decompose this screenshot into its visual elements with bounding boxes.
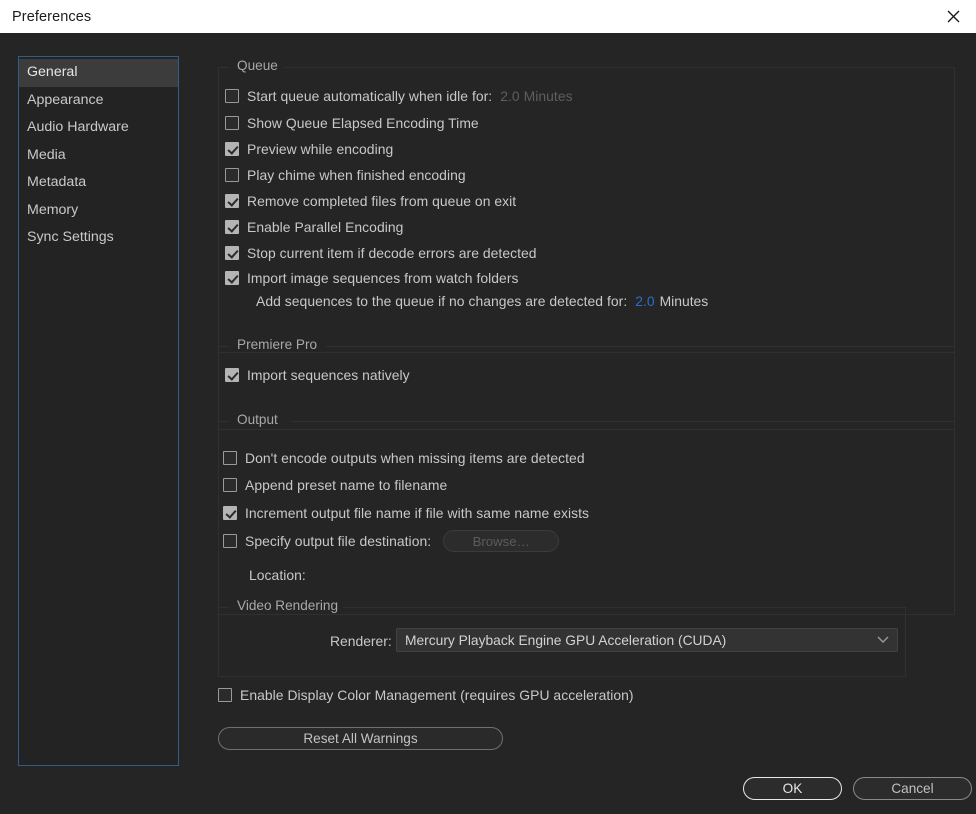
sidebar-item-sync-settings[interactable]: Sync Settings (19, 224, 178, 252)
checkbox-label: Specify output file destination: (245, 533, 431, 549)
renderer-selected-value: Mercury Playback Engine GPU Acceleration… (405, 633, 877, 648)
checkbox-preview-while-encoding[interactable] (225, 142, 239, 156)
checkbox-row-remove-completed-files[interactable]: Remove completed files from queue on exi… (225, 191, 516, 211)
checkbox-specify-output-destination[interactable] (223, 534, 237, 548)
chevron-down-icon (877, 636, 889, 644)
sidebar-item-label: Sync Settings (27, 229, 114, 245)
checkbox-label: Enable Parallel Encoding (247, 219, 403, 235)
sidebar-item-label: Media (27, 147, 66, 163)
checkbox-row-import-sequences-natively[interactable]: Import sequences natively (225, 365, 410, 385)
window-title: Preferences (12, 9, 91, 25)
watch-folder-delay-row: Add sequences to the queue if no changes… (256, 293, 708, 309)
checkbox-label: Increment output file name if file with … (245, 505, 589, 521)
group-premiere-pro-legend: Premiere Pro (232, 337, 322, 352)
checkbox-row-append-preset-name[interactable]: Append preset name to filename (223, 475, 447, 495)
checkbox-import-image-sequences[interactable] (225, 271, 239, 285)
cancel-button[interactable]: Cancel (853, 777, 972, 800)
checkbox-label: Enable Display Color Management (require… (240, 687, 634, 703)
checkbox-label: Import image sequences from watch folder… (247, 270, 519, 286)
close-icon[interactable] (930, 0, 976, 33)
checkbox-remove-completed-files[interactable] (225, 194, 239, 208)
group-video-rendering: Video Rendering Renderer: Mercury Playba… (218, 607, 906, 677)
checkbox-increment-output-file-name[interactable] (223, 506, 237, 520)
checkbox-import-sequences-natively[interactable] (225, 368, 239, 382)
checkbox-label: Append preset name to filename (245, 477, 447, 493)
output-location-row: Location: (249, 567, 312, 583)
group-top-line (285, 67, 954, 68)
sidebar-item-label: Metadata (27, 174, 86, 190)
sidebar-item-appearance[interactable]: Appearance (19, 87, 178, 115)
checkbox-row-stop-on-decode-errors[interactable]: Stop current item if decode errors are d… (225, 243, 537, 263)
checkbox-display-color-management[interactable] (218, 688, 232, 702)
location-label: Location: (249, 567, 306, 583)
group-video-rendering-legend: Video Rendering (232, 598, 343, 613)
sidebar-item-metadata[interactable]: Metadata (19, 169, 178, 197)
sidebar-item-label: Audio Hardware (27, 119, 129, 135)
checkbox-row-preview-while-encoding[interactable]: Preview while encoding (225, 139, 393, 159)
checkbox-show-queue-elapsed-time[interactable] (225, 116, 239, 130)
checkbox-row-enable-parallel-encoding[interactable]: Enable Parallel Encoding (225, 217, 403, 237)
close-glyph (947, 10, 960, 23)
watch-folder-delay-value[interactable]: 2.0 (635, 293, 654, 309)
sidebar-item-label: General (27, 64, 77, 80)
browse-button[interactable]: Browse… (443, 530, 559, 552)
group-output-legend: Output (232, 412, 283, 427)
renderer-select[interactable]: Mercury Playback Engine GPU Acceleration… (396, 628, 898, 652)
group-output: Output Don't encode outputs when missing… (218, 421, 955, 615)
group-premiere-pro: Premiere Pro Import sequences natively (218, 346, 955, 430)
watch-folder-delay-unit: Minutes (660, 293, 709, 309)
checkbox-dont-encode-missing-items[interactable] (223, 451, 237, 465)
idle-duration-value[interactable]: 2.0 Minutes (500, 88, 572, 104)
checkbox-stop-on-decode-errors[interactable] (225, 246, 239, 260)
checkbox-label: Play chime when finished encoding (247, 167, 466, 183)
checkbox-play-chime[interactable] (225, 168, 239, 182)
checkbox-label: Remove completed files from queue on exi… (247, 193, 516, 209)
ok-button[interactable]: OK (743, 777, 842, 800)
checkbox-row-show-queue-elapsed-time[interactable]: Show Queue Elapsed Encoding Time (225, 113, 479, 133)
reset-all-warnings-button[interactable]: Reset All Warnings (218, 727, 503, 750)
checkbox-row-specify-output-destination[interactable]: Specify output file destination: Browse… (223, 531, 559, 551)
settings-panel: Queue Start queue automatically when idl… (210, 33, 976, 814)
checkbox-row-increment-output-file-name[interactable]: Increment output file name if file with … (223, 503, 589, 523)
group-top-line (291, 421, 954, 422)
group-top-line (326, 346, 954, 347)
checkbox-row-display-color-management[interactable]: Enable Display Color Management (require… (218, 685, 634, 705)
checkbox-label: Start queue automatically when idle for: (247, 88, 492, 104)
title-bar: Preferences (0, 0, 976, 33)
checkbox-row-start-queue-automatically[interactable]: Start queue automatically when idle for:… (225, 86, 573, 106)
sidebar-item-label: Memory (27, 202, 78, 218)
checkbox-label: Don't encode outputs when missing items … (245, 450, 585, 466)
group-queue: Queue Start queue automatically when idl… (218, 67, 955, 353)
renderer-label: Renderer: (330, 633, 392, 649)
sidebar-item-media[interactable]: Media (19, 142, 178, 170)
checkbox-row-import-image-sequences[interactable]: Import image sequences from watch folder… (225, 268, 519, 288)
sidebar-item-general[interactable]: General (19, 59, 178, 87)
checkbox-label: Stop current item if decode errors are d… (247, 245, 537, 261)
checkbox-row-dont-encode-missing-items[interactable]: Don't encode outputs when missing items … (223, 448, 585, 468)
group-queue-legend: Queue (232, 58, 283, 73)
checkbox-label: Show Queue Elapsed Encoding Time (247, 115, 479, 131)
sidebar-item-memory[interactable]: Memory (19, 197, 178, 225)
watch-folder-delay-label: Add sequences to the queue if no changes… (256, 293, 627, 309)
sidebar-item-audio-hardware[interactable]: Audio Hardware (19, 114, 178, 142)
checkbox-row-play-chime[interactable]: Play chime when finished encoding (225, 165, 466, 185)
checkbox-enable-parallel-encoding[interactable] (225, 220, 239, 234)
sidebar-item-label: Appearance (27, 92, 104, 108)
checkbox-append-preset-name[interactable] (223, 478, 237, 492)
checkbox-label: Preview while encoding (247, 141, 393, 157)
checkbox-label: Import sequences natively (247, 367, 410, 383)
dialog-body: General Appearance Audio Hardware Media … (0, 33, 976, 814)
group-top-line (340, 607, 905, 608)
preferences-category-list[interactable]: General Appearance Audio Hardware Media … (18, 56, 179, 766)
checkbox-start-queue-automatically[interactable] (225, 89, 239, 103)
